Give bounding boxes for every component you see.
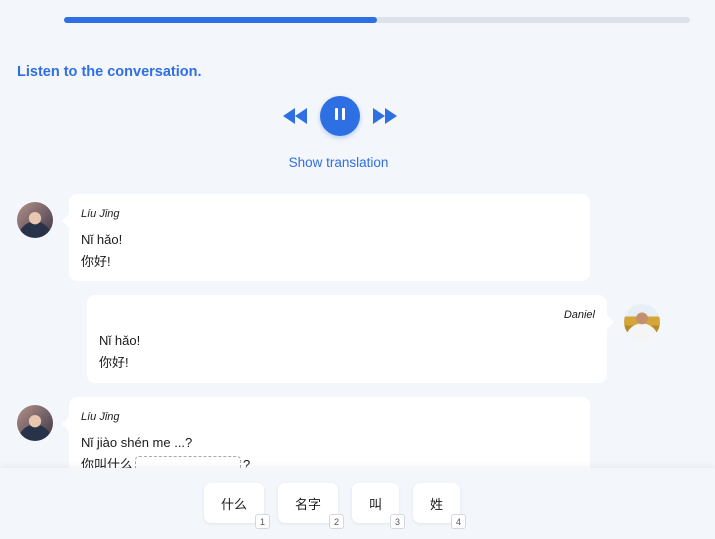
instruction-heading: Listen to the conversation. (17, 64, 202, 80)
fast-forward-icon[interactable] (372, 107, 398, 125)
pause-icon (333, 107, 347, 125)
progress-fill (64, 17, 377, 23)
option-button-2[interactable]: 名字 2 (278, 483, 344, 529)
show-translation-link[interactable]: Show translation (0, 155, 677, 170)
option-label: 名字 (294, 496, 321, 512)
avatar-liu-jing (17, 202, 53, 238)
pinyin-text: Nǐ hǎo! (81, 232, 123, 247)
option-button-3[interactable]: 叫3 (352, 483, 405, 529)
option-label: 叫 (368, 496, 382, 512)
option-button-4[interactable]: 姓4 (413, 483, 466, 529)
lesson-progress-bar (64, 17, 690, 23)
rewind-icon[interactable] (282, 107, 308, 125)
pinyin-text: Nǐ jiào shén me ...? (81, 435, 193, 450)
option-label: 姓 (429, 496, 443, 512)
message-bubble: Daniel Nǐ hǎo! 你好! (87, 295, 614, 383)
avatar-daniel (624, 304, 660, 340)
option-label: 什么 (220, 496, 247, 512)
shortcut-key: 2 (329, 514, 344, 529)
hanzi-text: 你好! (99, 355, 129, 370)
speaker-name: Líu Jīng (81, 411, 120, 423)
shortcut-key: 1 (255, 514, 270, 529)
option-button-1[interactable]: 什么 1 (204, 483, 270, 529)
shortcut-key: 3 (390, 514, 405, 529)
pinyin-text: Nǐ hǎo! (99, 333, 141, 348)
shortcut-key: 4 (451, 514, 466, 529)
answer-options-bar: 什么 1 名字 2 叫3 姓4 (0, 468, 715, 539)
avatar-liu-jing (17, 405, 53, 441)
speaker-name: Líu Jīng (81, 208, 120, 220)
speaker-name: Daniel (563, 309, 595, 321)
message-bubble: Líu Jīng Nǐ hǎo! 你好! (62, 194, 590, 281)
hanzi-text: 你好! (81, 254, 111, 269)
audio-controls (282, 96, 398, 136)
pause-button[interactable] (320, 96, 360, 136)
